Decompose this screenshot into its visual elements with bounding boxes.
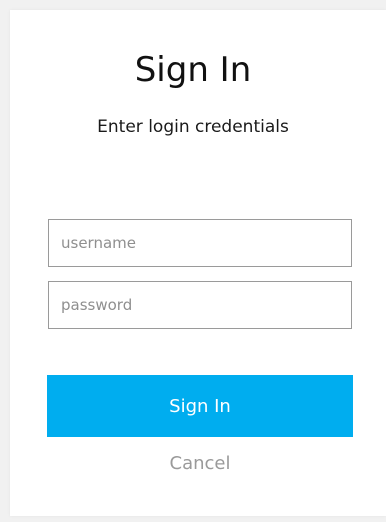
password-input[interactable] (48, 281, 352, 329)
sign-in-button[interactable]: Sign In (47, 375, 353, 437)
cancel-button[interactable]: Cancel (47, 448, 353, 478)
sign-in-dialog: Sign In Enter login credentials Sign In … (10, 10, 386, 516)
dialog-title: Sign In (134, 50, 252, 90)
username-input[interactable] (48, 219, 352, 267)
dialog-subtitle: Enter login credentials (97, 117, 289, 137)
